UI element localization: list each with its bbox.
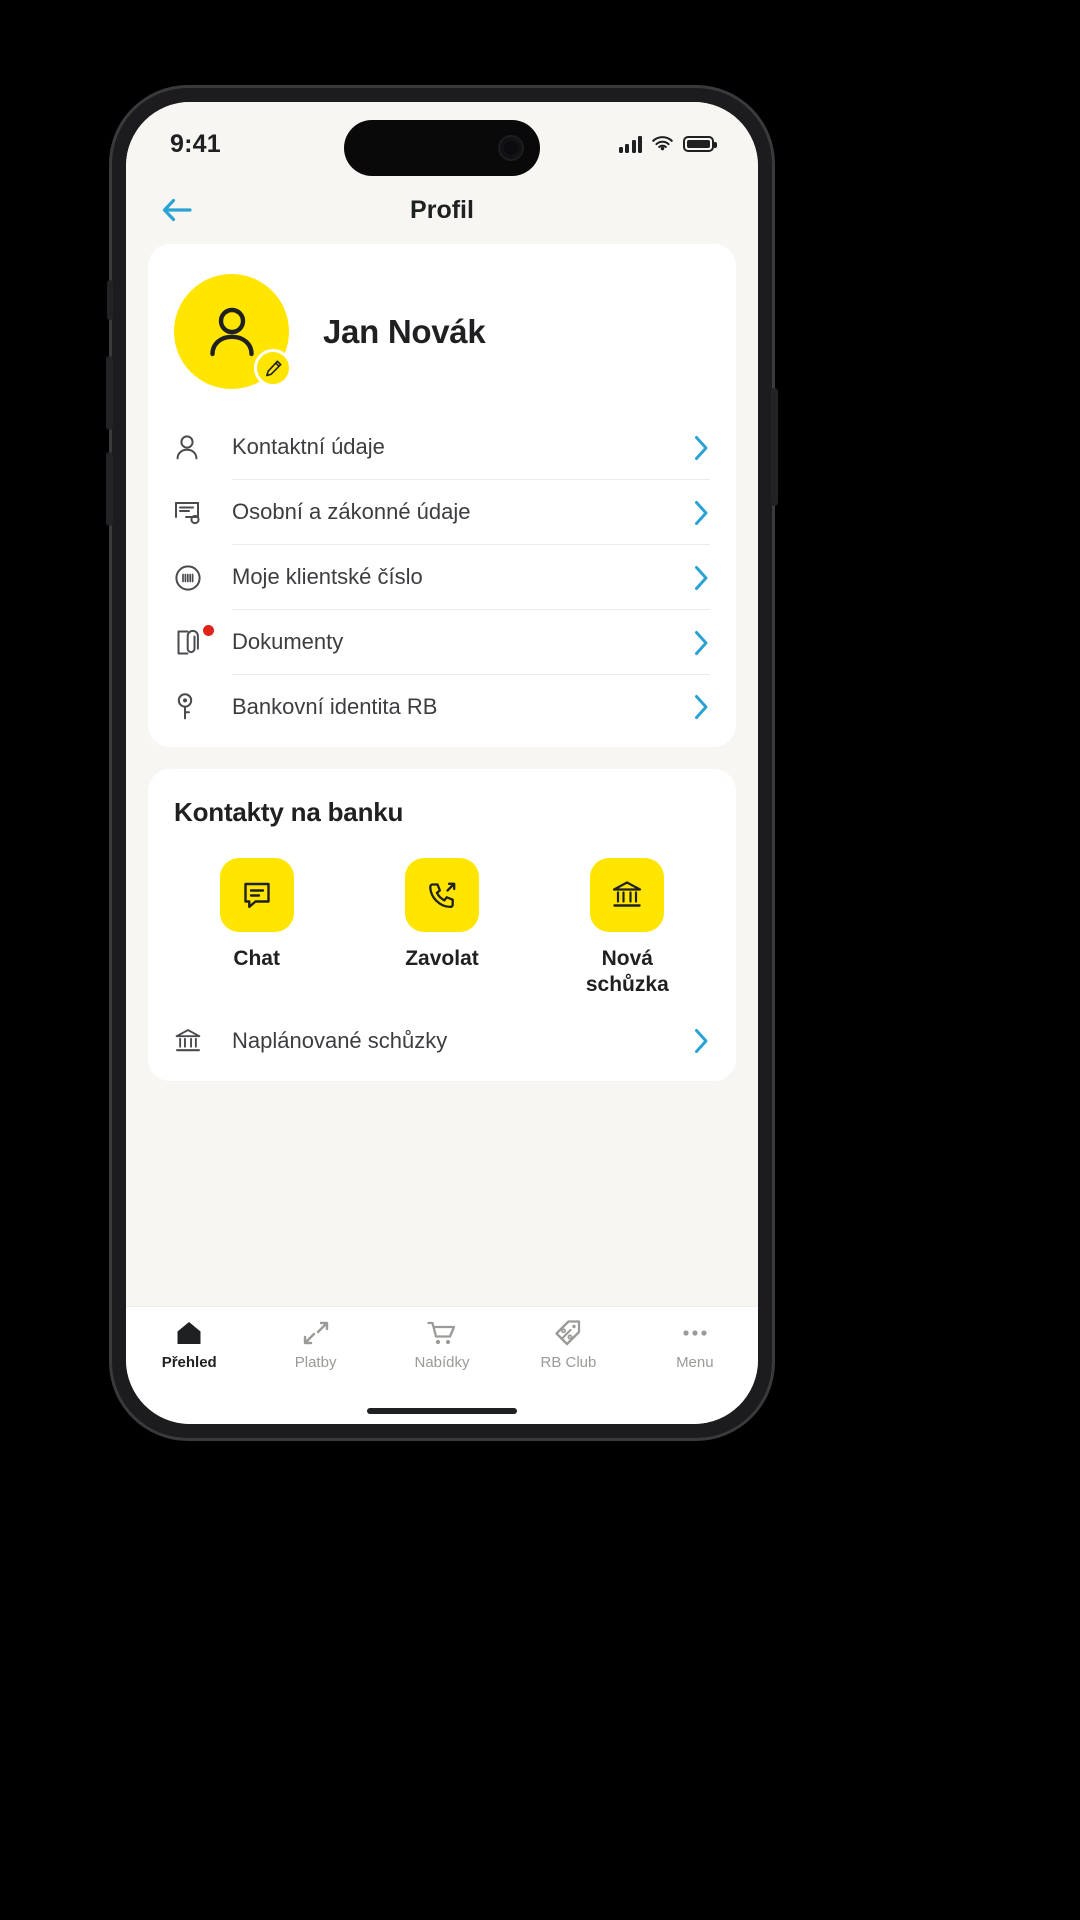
chevron-right-icon bbox=[693, 564, 710, 592]
notification-badge bbox=[203, 624, 214, 636]
person-icon bbox=[209, 307, 254, 356]
quick-action-label: Nová schůzka bbox=[585, 947, 669, 996]
wifi-icon bbox=[652, 135, 673, 150]
page-title: Profil bbox=[410, 195, 474, 224]
menu-item-kontaktni-udaje[interactable]: Kontaktní údaje bbox=[148, 415, 736, 480]
back-button[interactable] bbox=[160, 193, 194, 227]
contacts-card: Kontakty na banku Chat Zavolat Nová schů… bbox=[148, 769, 736, 1082]
phone-outgoing-icon bbox=[404, 858, 479, 932]
quick-action-label: Chat bbox=[233, 947, 280, 970]
menu-item-dokumenty[interactable]: Dokumenty bbox=[148, 610, 736, 675]
quick-action-nova-schuzka[interactable]: Nová schůzka bbox=[552, 858, 702, 997]
status-time: 9:41 bbox=[170, 129, 221, 158]
id-card-icon bbox=[174, 500, 216, 526]
edit-avatar-button[interactable] bbox=[254, 349, 292, 387]
bottom-tab-bar: Přehled Platby Nabídky RB Club Menu bbox=[126, 1306, 758, 1424]
mute-switch[interactable] bbox=[107, 280, 113, 320]
quick-action-chat[interactable]: Chat bbox=[182, 858, 332, 997]
profile-card: Jan Novák Kontaktní údaje Osobní a zákon… bbox=[148, 244, 736, 747]
menu-item-label: Kontaktní údaje bbox=[232, 415, 710, 480]
transfer-arrows-icon bbox=[303, 1321, 328, 1345]
tab-prehled[interactable]: Přehled bbox=[126, 1319, 252, 1371]
menu-item-moje-klientske-cislo[interactable]: Moje klientské číslo bbox=[148, 545, 736, 610]
menu-item-osobni-a-zakonne-udaje[interactable]: Osobní a zákonné údaje bbox=[148, 480, 736, 545]
person-outline-icon bbox=[174, 434, 216, 462]
menu-item-label: Naplánované schůzky bbox=[232, 1028, 448, 1054]
status-bar: 9:41 bbox=[126, 102, 758, 176]
tag-percent-icon bbox=[555, 1320, 581, 1346]
profile-name: Jan Novák bbox=[323, 312, 486, 350]
status-indicators bbox=[618, 135, 717, 153]
menu-item-label: Moje klientské číslo bbox=[232, 545, 710, 610]
key-icon bbox=[174, 692, 216, 722]
bank-building-icon bbox=[590, 858, 665, 932]
chat-bubble-icon bbox=[219, 858, 294, 932]
shopping-cart-icon bbox=[427, 1321, 456, 1345]
home-indicator[interactable] bbox=[367, 1408, 517, 1414]
home-icon bbox=[177, 1322, 201, 1344]
tab-menu[interactable]: Menu bbox=[632, 1319, 758, 1371]
tab-platby[interactable]: Platby bbox=[252, 1319, 378, 1371]
menu-item-label: Bankovní identita RB bbox=[232, 694, 438, 719]
menu-item-bankovni-identita-rb[interactable]: Bankovní identita RB bbox=[148, 675, 736, 739]
quick-action-label: Zavolat bbox=[405, 947, 479, 970]
tab-label: Menu bbox=[676, 1354, 714, 1371]
chevron-right-icon bbox=[693, 499, 710, 527]
tab-label: Nabídky bbox=[414, 1354, 470, 1371]
quick-actions: Chat Zavolat Nová schůzka bbox=[148, 836, 736, 1009]
chevron-right-icon bbox=[693, 693, 710, 721]
chevron-right-icon bbox=[693, 434, 710, 462]
back-arrow-icon bbox=[162, 198, 192, 222]
tab-nabidky[interactable]: Nabídky bbox=[379, 1319, 505, 1371]
nav-header: Profil bbox=[126, 176, 758, 244]
pencil-icon bbox=[265, 359, 282, 376]
profile-header: Jan Novák bbox=[148, 244, 736, 415]
contacts-section-title: Kontakty na banku bbox=[174, 797, 404, 827]
quick-action-zavolat[interactable]: Zavolat bbox=[367, 858, 517, 997]
volume-down-button[interactable] bbox=[106, 452, 113, 526]
menu-item-naplanovane-schuzky[interactable]: Naplánované schůzky bbox=[148, 1009, 736, 1073]
chevron-right-icon bbox=[693, 629, 710, 657]
tab-label: Přehled bbox=[161, 1354, 217, 1371]
phone-screen: 9:41 Profil Jan Novák Kontaktní údaje Os… bbox=[126, 102, 758, 1424]
tab-rb-club[interactable]: RB Club bbox=[505, 1319, 631, 1371]
more-dots-icon bbox=[683, 1330, 707, 1336]
scroll-content[interactable]: Jan Novák Kontaktní údaje Osobní a zákon… bbox=[126, 244, 758, 1306]
dynamic-island bbox=[344, 120, 540, 176]
battery-icon bbox=[683, 136, 717, 152]
tab-label: Platby bbox=[294, 1354, 337, 1371]
screenshot-stage: 9:41 Profil Jan Novák Kontaktní údaje Os… bbox=[0, 0, 1080, 1920]
menu-item-label: Osobní a zákonné údaje bbox=[232, 480, 710, 545]
volume-up-button[interactable] bbox=[106, 356, 113, 430]
menu-item-label: Dokumenty bbox=[232, 610, 710, 675]
avatar-wrapper bbox=[174, 274, 292, 389]
front-camera-icon bbox=[498, 135, 524, 161]
document-attachment-icon bbox=[174, 624, 216, 658]
tab-label: RB Club bbox=[540, 1354, 597, 1371]
bank-building-icon bbox=[174, 1027, 216, 1055]
phone-frame: 9:41 Profil Jan Novák Kontaktní údaje Os… bbox=[106, 88, 778, 1438]
cellular-signal-icon bbox=[618, 135, 642, 153]
power-button[interactable] bbox=[771, 388, 778, 506]
chevron-right-icon bbox=[693, 1027, 710, 1055]
barcode-circle-icon bbox=[174, 564, 216, 592]
